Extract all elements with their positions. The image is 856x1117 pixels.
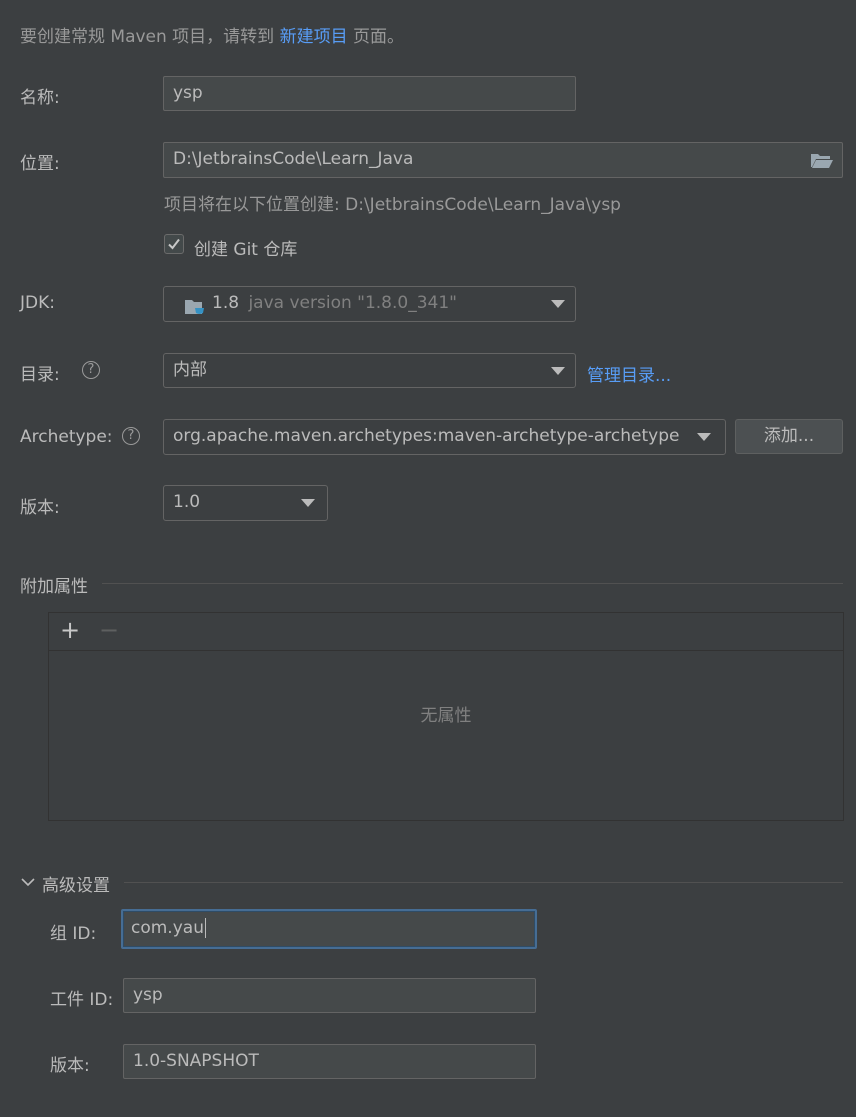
archetype-combo[interactable]: org.apache.maven.archetypes:maven-archet… <box>163 419 726 455</box>
artifact-id-label: 工件 ID: <box>50 990 114 1010</box>
version-value: 1.0 <box>173 492 201 512</box>
version-label: 版本: <box>20 498 60 518</box>
maven-hint: 要创建常规 Maven 项目，请转到 新建项目 页面。 <box>20 22 404 47</box>
chevron-down-icon <box>697 433 711 441</box>
properties-title: 附加属性 <box>20 577 88 597</box>
location-input[interactable]: D:\JetbrainsCode\Learn_Java <box>163 142 843 178</box>
jdk-folder-icon <box>184 295 206 314</box>
add-property-button[interactable]: + <box>60 618 80 642</box>
advanced-version-label: 版本: <box>50 1056 90 1076</box>
properties-table: + − 无属性 <box>48 612 844 821</box>
jdk-detail: java version "1.8.0_341" <box>248 293 457 313</box>
folder-open-icon[interactable] <box>810 151 834 169</box>
jdk-version: 1.8 <box>212 293 240 313</box>
group-id-value: com.yau <box>131 918 204 938</box>
catalog-value: 内部 <box>173 360 207 380</box>
name-label: 名称: <box>20 88 60 108</box>
create-git-checkbox[interactable] <box>164 234 184 254</box>
remove-property-button[interactable]: − <box>99 618 119 642</box>
archetype-value: org.apache.maven.archetypes:maven-archet… <box>173 426 680 446</box>
properties-separator <box>102 583 843 584</box>
catalog-label: 目录: <box>20 365 60 385</box>
advanced-version-input[interactable]: 1.0-SNAPSHOT <box>123 1044 536 1079</box>
group-id-label: 组 ID: <box>50 924 97 944</box>
jdk-label: JDK: <box>20 293 55 313</box>
location-label: 位置: <box>20 154 60 174</box>
advanced-separator <box>124 882 843 883</box>
chevron-down-icon[interactable] <box>20 874 36 890</box>
chevron-down-icon <box>551 367 565 375</box>
artifact-id-input[interactable]: ysp <box>123 978 536 1013</box>
version-combo[interactable]: 1.0 <box>163 485 328 521</box>
hint-prefix: 要创建常规 Maven 项目，请转到 <box>20 27 275 47</box>
advanced-settings-toggle[interactable]: 高级设置 <box>42 871 110 896</box>
catalog-combo[interactable]: 内部 <box>163 353 576 388</box>
chevron-down-icon <box>551 300 565 308</box>
name-input[interactable]: ysp <box>163 76 576 111</box>
add-archetype-button[interactable]: 添加... <box>735 419 843 454</box>
location-value: D:\JetbrainsCode\Learn_Java <box>173 149 414 169</box>
properties-toolbar: + − <box>49 613 843 651</box>
chevron-down-icon <box>301 499 315 507</box>
text-cursor <box>204 918 206 938</box>
group-id-input[interactable]: com.yau <box>121 909 537 949</box>
hint-suffix: 页面。 <box>353 27 404 47</box>
help-icon[interactable]: ? <box>122 427 140 445</box>
create-git-label[interactable]: 创建 Git 仓库 <box>194 235 297 260</box>
manage-catalogs-link[interactable]: 管理目录... <box>587 361 671 386</box>
checkmark-icon <box>168 238 180 250</box>
location-note: 项目将在以下位置创建: D:\JetbrainsCode\Learn_Java\… <box>164 195 621 215</box>
archetype-label: Archetype: <box>20 427 113 447</box>
new-project-link[interactable]: 新建项目 <box>280 27 348 47</box>
jdk-combo[interactable]: 1.8 java version "1.8.0_341" <box>163 286 576 322</box>
help-icon[interactable]: ? <box>82 361 100 379</box>
properties-empty-text: 无属性 <box>420 706 472 726</box>
